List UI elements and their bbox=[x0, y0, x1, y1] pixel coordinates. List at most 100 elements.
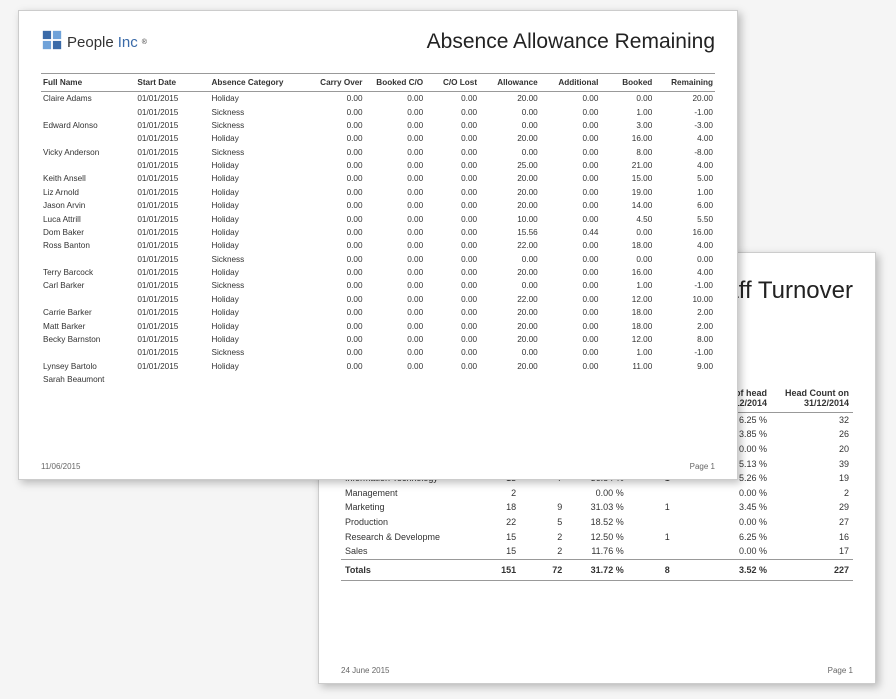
cell-co: 0.00 bbox=[304, 360, 365, 373]
absence-allowance-report: PeopleInc® Absence Allowance Remaining F… bbox=[18, 10, 738, 480]
table-row: Becky Barnston01/01/2015Holiday0.000.000… bbox=[41, 333, 715, 346]
cell-cat: Sickness bbox=[209, 119, 303, 132]
cell-bco: 0.00 bbox=[365, 266, 426, 279]
cell-bco: 0.00 bbox=[365, 306, 426, 319]
cell-name: Edward Alonso bbox=[41, 119, 135, 132]
table-row: 01/01/2015Sickness0.000.000.000.000.001.… bbox=[41, 105, 715, 118]
cell-c2: 5 bbox=[520, 515, 566, 530]
cell-date: 01/01/2015 bbox=[135, 279, 209, 292]
cell-date: 01/01/2015 bbox=[135, 266, 209, 279]
cell-dept: Research & Developme bbox=[341, 529, 474, 544]
cell-clost: 0.00 bbox=[425, 319, 479, 332]
cell-booked: 0.00 bbox=[600, 253, 654, 266]
cell-allow: 22.00 bbox=[479, 293, 540, 306]
cell-date: 01/01/2015 bbox=[135, 319, 209, 332]
cell-rem: 4.00 bbox=[654, 132, 715, 145]
footer-page: Page 1 bbox=[828, 666, 853, 675]
totals-c1: 151 bbox=[474, 559, 520, 580]
cell-c1: 18 bbox=[474, 500, 520, 515]
table-row: Jason Arvin01/01/2015Holiday0.000.000.00… bbox=[41, 199, 715, 212]
cell-booked: 4.50 bbox=[600, 212, 654, 225]
cell-hc: 39 bbox=[771, 456, 853, 471]
col-colost: C/O Lost bbox=[425, 74, 479, 92]
cell-rem: 20.00 bbox=[654, 92, 715, 106]
cell-co: 0.00 bbox=[304, 266, 365, 279]
totals-c2: 72 bbox=[520, 559, 566, 580]
cell-cat: Holiday bbox=[209, 266, 303, 279]
cell-allow: 20.00 bbox=[479, 132, 540, 145]
cell-rem: 9.00 bbox=[654, 360, 715, 373]
cell-allow: 20.00 bbox=[479, 199, 540, 212]
cell-name bbox=[41, 132, 135, 145]
cell-cat: Holiday bbox=[209, 360, 303, 373]
cell-add: 0.00 bbox=[540, 239, 601, 252]
cell-bco: 0.00 bbox=[365, 186, 426, 199]
cell-clost: 0.00 bbox=[425, 333, 479, 346]
cell-name: Carrie Barker bbox=[41, 306, 135, 319]
cell-clost: 0.00 bbox=[425, 253, 479, 266]
cell-add bbox=[540, 373, 601, 386]
cell-rem: 4.00 bbox=[654, 266, 715, 279]
table-row: Management20.00 %0.00 %2 bbox=[341, 486, 853, 501]
cell-date: 01/01/2015 bbox=[135, 333, 209, 346]
cell-allow: 0.00 bbox=[479, 279, 540, 292]
cell-allow: 20.00 bbox=[479, 186, 540, 199]
cell-c3: 31.03 % bbox=[566, 500, 627, 515]
cell-cat: Sickness bbox=[209, 346, 303, 359]
cell-booked: 16.00 bbox=[600, 132, 654, 145]
cell-clost: 0.00 bbox=[425, 172, 479, 185]
cell-dept: Sales bbox=[341, 544, 474, 559]
cell-name: Sarah Beaumont bbox=[41, 373, 135, 386]
cell-bco: 0.00 bbox=[365, 319, 426, 332]
cell-cat bbox=[209, 373, 303, 386]
cell-date: 01/01/2015 bbox=[135, 132, 209, 145]
cell-hc: 27 bbox=[771, 515, 853, 530]
cell-co: 0.00 bbox=[304, 146, 365, 159]
cell-allow: 22.00 bbox=[479, 239, 540, 252]
cell-add: 0.00 bbox=[540, 293, 601, 306]
table-row: Keith Ansell01/01/2015Holiday0.000.000.0… bbox=[41, 172, 715, 185]
cell-booked: 0.00 bbox=[600, 226, 654, 239]
col-category: Absence Category bbox=[209, 74, 303, 92]
table-row: 01/01/2015Holiday0.000.000.0025.000.0021… bbox=[41, 159, 715, 172]
table-row: Edward Alonso01/01/2015Sickness0.000.000… bbox=[41, 119, 715, 132]
cell-date: 01/01/2015 bbox=[135, 146, 209, 159]
cell-booked: 14.00 bbox=[600, 199, 654, 212]
cell-add: 0.00 bbox=[540, 105, 601, 118]
cell-date: 01/01/2015 bbox=[135, 199, 209, 212]
cell-add: 0.00 bbox=[540, 360, 601, 373]
cell-pct: 0.00 % bbox=[674, 544, 771, 559]
cell-allow: 20.00 bbox=[479, 333, 540, 346]
cell-co: 0.00 bbox=[304, 186, 365, 199]
cell-clost: 0.00 bbox=[425, 146, 479, 159]
cell-co bbox=[304, 373, 365, 386]
cell-avers: 1 bbox=[628, 529, 674, 544]
cell-booked: 12.00 bbox=[600, 333, 654, 346]
cell-bco: 0.00 bbox=[365, 119, 426, 132]
cell-co: 0.00 bbox=[304, 119, 365, 132]
table-row: Liz Arnold01/01/2015Holiday0.000.000.002… bbox=[41, 186, 715, 199]
cell-date: 01/01/2015 bbox=[135, 119, 209, 132]
cell-allow: 25.00 bbox=[479, 159, 540, 172]
cell-date: 01/01/2015 bbox=[135, 226, 209, 239]
table-row: Carl Barker01/01/2015Sickness0.000.000.0… bbox=[41, 279, 715, 292]
table-row: Terry Barcock01/01/2015Holiday0.000.000.… bbox=[41, 266, 715, 279]
brand-name-1: People bbox=[67, 34, 114, 51]
cell-booked: 18.00 bbox=[600, 306, 654, 319]
cell-c3: 11.76 % bbox=[566, 544, 627, 559]
cell-cat: Holiday bbox=[209, 333, 303, 346]
cell-hc: 16 bbox=[771, 529, 853, 544]
cell-add: 0.00 bbox=[540, 306, 601, 319]
cell-co: 0.00 bbox=[304, 333, 365, 346]
cell-date: 01/01/2015 bbox=[135, 186, 209, 199]
cell-allow: 10.00 bbox=[479, 212, 540, 225]
cell-date bbox=[135, 373, 209, 386]
cell-name bbox=[41, 346, 135, 359]
col-allowance: Allowance bbox=[479, 74, 540, 92]
cell-cat: Sickness bbox=[209, 279, 303, 292]
cell-name: Vicky Anderson bbox=[41, 146, 135, 159]
cell-pct: 0.00 % bbox=[674, 486, 771, 501]
col-remaining: Remaining bbox=[654, 74, 715, 92]
cell-avers: 1 bbox=[628, 500, 674, 515]
cell-c2: 2 bbox=[520, 529, 566, 544]
